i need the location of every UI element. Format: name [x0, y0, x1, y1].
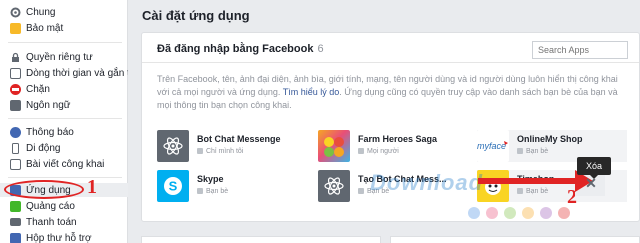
step-1-label: 1	[87, 176, 97, 198]
sidebar-divider	[8, 42, 122, 43]
sidebar-item-timeline[interactable]: Dòng thời gian và gắn t...	[0, 66, 128, 80]
app-name[interactable]: Farm Heroes Saga	[358, 134, 437, 144]
app-name[interactable]: OnlineMy Shop	[517, 134, 583, 144]
sidebar-item-label: Bài viết công khai	[26, 158, 105, 170]
watermark-dot	[486, 207, 498, 219]
sidebar-item-general[interactable]: Chung	[0, 5, 128, 19]
next-panel-card	[390, 236, 640, 243]
watermark-dot	[504, 207, 516, 219]
app-name[interactable]: Bot Chat Messenge	[197, 134, 281, 144]
lock-icon	[10, 52, 21, 63]
watermark-logo: Download	[370, 170, 484, 195]
privacy-icon	[197, 188, 203, 194]
farm-heroes-icon	[318, 130, 350, 162]
privacy-icon	[517, 188, 523, 194]
sidebar-item-language[interactable]: Ngôn ngữ	[0, 98, 128, 112]
page-title: Cài đặt ứng dụng	[142, 8, 250, 23]
search-apps-input[interactable]	[532, 41, 628, 59]
svg-text:myface: myface	[477, 141, 506, 151]
panel-title: Đã đăng nhập bằng Facebook 6	[157, 43, 324, 55]
panel-header: Đã đăng nhập bằng Facebook 6	[142, 33, 639, 63]
sidebar-item-label: Ngôn ngữ	[26, 99, 71, 111]
sidebar-divider	[8, 177, 122, 178]
settings-sidebar: Chung Bảo mật Quyền riêng tư Dòng thời g…	[0, 0, 128, 243]
svg-text:S: S	[169, 179, 178, 194]
app-privacy: Mọi người	[358, 148, 399, 155]
sidebar-item-label: Thông báo	[26, 126, 74, 138]
mobile-icon	[10, 142, 21, 154]
apps-description: Trên Facebook, tên, ảnh đại diện, ảnh bì…	[157, 73, 632, 112]
sidebar-item-label: Quảng cáo	[26, 200, 75, 212]
app-privacy: Bạn bè	[517, 188, 548, 195]
sidebar-item-label: Hộp thư hỗ trợ	[26, 232, 92, 243]
close-icon[interactable]: ✕	[584, 176, 598, 190]
privacy-icon	[358, 188, 364, 194]
app-privacy: Bạn bè	[517, 148, 548, 155]
sidebar-item-label: Dòng thời gian và gắn t...	[26, 67, 128, 79]
ads-icon	[10, 200, 21, 212]
app-name[interactable]: Skype	[197, 174, 224, 184]
sidebar-item-label: Thanh toán	[26, 216, 77, 228]
app-privacy-text: Chỉ mình tôi	[206, 148, 244, 155]
language-icon	[10, 99, 21, 111]
sidebar-item-label: Quyền riêng tư	[26, 51, 93, 63]
badge-icon	[10, 22, 21, 34]
myface-icon: myface	[477, 130, 509, 162]
sidebar-item-public-posts[interactable]: Bài viết công khai	[0, 157, 128, 171]
timeline-icon	[10, 67, 21, 79]
atom-icon	[318, 170, 350, 202]
privacy-icon	[197, 148, 203, 154]
watermark-dot	[540, 207, 552, 219]
sidebar-item-blocking[interactable]: Chặn	[0, 82, 128, 96]
block-icon	[10, 83, 21, 95]
gear-icon	[10, 7, 21, 18]
highlight-circle-apps	[4, 180, 84, 199]
sidebar-divider	[8, 118, 122, 119]
app-item[interactable]: Bot Chat Messenge Chỉ mình tôi	[157, 130, 307, 162]
app-item[interactable]: Farm Heroes Saga Mọi người	[318, 130, 468, 162]
sidebar-item-label: Chung	[26, 6, 56, 18]
sidebar-item-privacy[interactable]: Quyền riêng tư	[0, 50, 128, 64]
app-privacy-text: Mọi người	[367, 148, 399, 155]
app-privacy: Bạn bè	[197, 188, 228, 195]
globe-icon	[10, 126, 21, 138]
watermark-dot	[468, 207, 480, 219]
sidebar-item-notifications[interactable]: Thông báo	[0, 125, 128, 139]
sidebar-item-support-inbox[interactable]: Hộp thư hỗ trợ	[0, 231, 128, 243]
remove-tooltip: Xóa	[577, 157, 611, 175]
learn-why-link[interactable]: Tìm hiểu lý do	[283, 87, 340, 97]
watermark-dot	[522, 207, 534, 219]
sidebar-item-security[interactable]: Bảo mật	[0, 21, 128, 35]
watermark-dots	[468, 207, 570, 219]
rss-icon	[10, 158, 21, 170]
sidebar-item-label: Chặn	[26, 83, 50, 95]
sidebar-item-label: Di động	[26, 142, 61, 154]
support-icon	[10, 232, 21, 243]
skype-icon: S	[157, 170, 189, 202]
sidebar-item-mobile[interactable]: Di động	[0, 141, 128, 155]
sidebar-item-label: Bảo mật	[26, 22, 64, 34]
sidebar-item-ads[interactable]: Quảng cáo	[0, 199, 128, 213]
next-panel-card	[141, 236, 381, 243]
app-privacy-text: Bạn bè	[206, 188, 229, 195]
card-icon	[10, 218, 21, 226]
app-item[interactable]: S Skype Bạn bè	[157, 170, 307, 202]
privacy-icon	[517, 148, 523, 154]
atom-icon	[157, 130, 189, 162]
app-privacy-text: Bạn bè	[526, 188, 549, 195]
app-privacy-text: Bạn bè	[526, 148, 549, 155]
sidebar-item-payments[interactable]: Thanh toán	[0, 215, 128, 229]
annotation-arrow-shaft	[478, 178, 578, 184]
panel-title-text: Đã đăng nhập bằng Facebook	[157, 43, 314, 55]
app-privacy: Chỉ mình tôi	[197, 148, 243, 155]
app-count: 6	[317, 43, 324, 55]
privacy-icon	[358, 148, 364, 154]
